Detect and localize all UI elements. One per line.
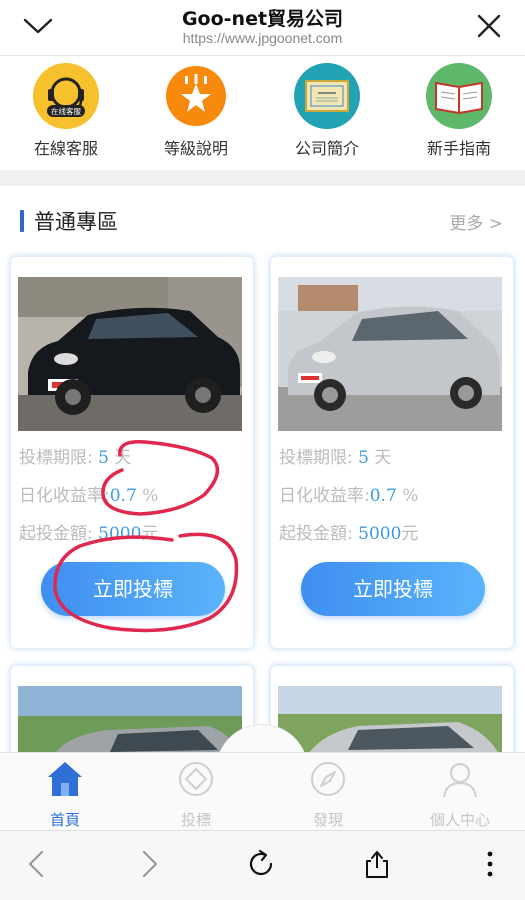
page-title: Goo-net貿易公司: [181, 8, 344, 30]
daily-rate-unit: %: [402, 486, 419, 506]
section-divider: [0, 170, 525, 186]
quick-link-level[interactable]: 等級說明: [146, 63, 246, 159]
more-options-icon[interactable]: [475, 849, 505, 879]
browser-toolbar: [0, 830, 525, 900]
forward-icon[interactable]: [134, 849, 164, 879]
tab-discover[interactable]: 發現: [283, 759, 373, 830]
section-accent-bar: [20, 210, 24, 232]
min-amount-row: 起投金額: 5000元: [19, 519, 158, 544]
section-title: 普通專區: [34, 210, 118, 234]
bid-term-unit: 天: [374, 448, 392, 468]
quick-badge-text: 在线客服: [51, 106, 81, 116]
car-photo: [278, 277, 502, 431]
quick-link-company[interactable]: 公司簡介: [277, 63, 377, 159]
quick-link-label: 在線客服: [33, 139, 98, 158]
bid-term-value: 5: [98, 448, 109, 468]
bottom-tab-bar: 首頁 投標 發現 個人中心: [0, 752, 525, 830]
tab-label: 投標: [180, 811, 211, 829]
bid-term-row: 投標期限: 5 天: [19, 443, 131, 468]
quick-link-guide[interactable]: 新手指南: [409, 63, 509, 159]
quick-links: 在线客服 在線客服 等級說明 公司簡介 新手指南: [0, 57, 525, 170]
min-amount-value: 5000: [98, 524, 142, 544]
tab-home[interactable]: 首頁: [20, 759, 110, 830]
browser-header: Goo-net貿易公司 https://www.jpgoonet.com: [0, 0, 525, 56]
bid-term-row: 投標期限: 5 天: [279, 443, 391, 468]
daily-rate-label: 日化收益率:: [279, 486, 370, 506]
book-icon: [426, 63, 492, 129]
product-card[interactable]: 投標期限: 5 天 日化收益率:0.7 % 起投金額: 5000元 立即投標: [10, 256, 254, 649]
bid-now-button[interactable]: 立即投標: [301, 562, 485, 616]
tab-label: 個人中心: [429, 811, 490, 829]
car-photo: [18, 277, 242, 431]
daily-rate-row: 日化收益率:0.7 %: [279, 481, 418, 506]
min-amount-unit: 元: [401, 524, 419, 544]
tab-bid[interactable]: 投標: [151, 759, 241, 830]
tab-label: 首頁: [49, 811, 80, 829]
daily-rate-value: 0.7: [109, 486, 137, 506]
quick-link-label: 公司簡介: [294, 139, 359, 158]
share-icon[interactable]: [362, 849, 392, 879]
min-amount-value: 5000: [358, 524, 402, 544]
bid-term-label: 投標期限:: [19, 448, 93, 468]
section-header: 普通專區 更多 >: [0, 186, 525, 252]
min-amount-label: 起投金額:: [279, 524, 353, 544]
daily-rate-unit: %: [142, 486, 159, 506]
quick-link-label: 等級說明: [163, 139, 228, 158]
star-badge-icon: [166, 66, 226, 126]
user-icon: [443, 763, 477, 798]
quick-link-label: 新手指南: [426, 139, 491, 158]
reload-icon[interactable]: [247, 849, 277, 879]
more-link[interactable]: 更多 >: [449, 209, 503, 234]
certificate-icon: [294, 63, 360, 129]
headset-icon: 在线客服: [33, 63, 99, 129]
tab-profile[interactable]: 個人中心: [415, 759, 505, 830]
compass-icon: [311, 762, 345, 796]
bid-term-unit: 天: [114, 448, 132, 468]
bid-icon: [179, 762, 213, 796]
min-amount-label: 起投金額:: [19, 524, 93, 544]
daily-rate-value: 0.7: [369, 486, 397, 506]
min-amount-unit: 元: [141, 524, 159, 544]
bid-term-value: 5: [358, 448, 369, 468]
page-url: https://www.jpgoonet.com: [182, 30, 343, 46]
bid-now-button[interactable]: 立即投標: [41, 562, 225, 616]
back-icon[interactable]: [22, 849, 52, 879]
quick-link-customer-service[interactable]: 在线客服 在線客服: [16, 63, 116, 159]
daily-rate-row: 日化收益率:0.7 %: [19, 481, 158, 506]
bid-term-label: 投標期限:: [279, 448, 353, 468]
close-icon[interactable]: [475, 12, 503, 40]
daily-rate-label: 日化收益率:: [19, 486, 110, 506]
tab-label: 發現: [312, 811, 343, 829]
min-amount-row: 起投金額: 5000元: [279, 519, 418, 544]
product-card[interactable]: 投標期限: 5 天 日化收益率:0.7 % 起投金額: 5000元 立即投標: [270, 256, 514, 649]
home-icon: [48, 762, 82, 796]
